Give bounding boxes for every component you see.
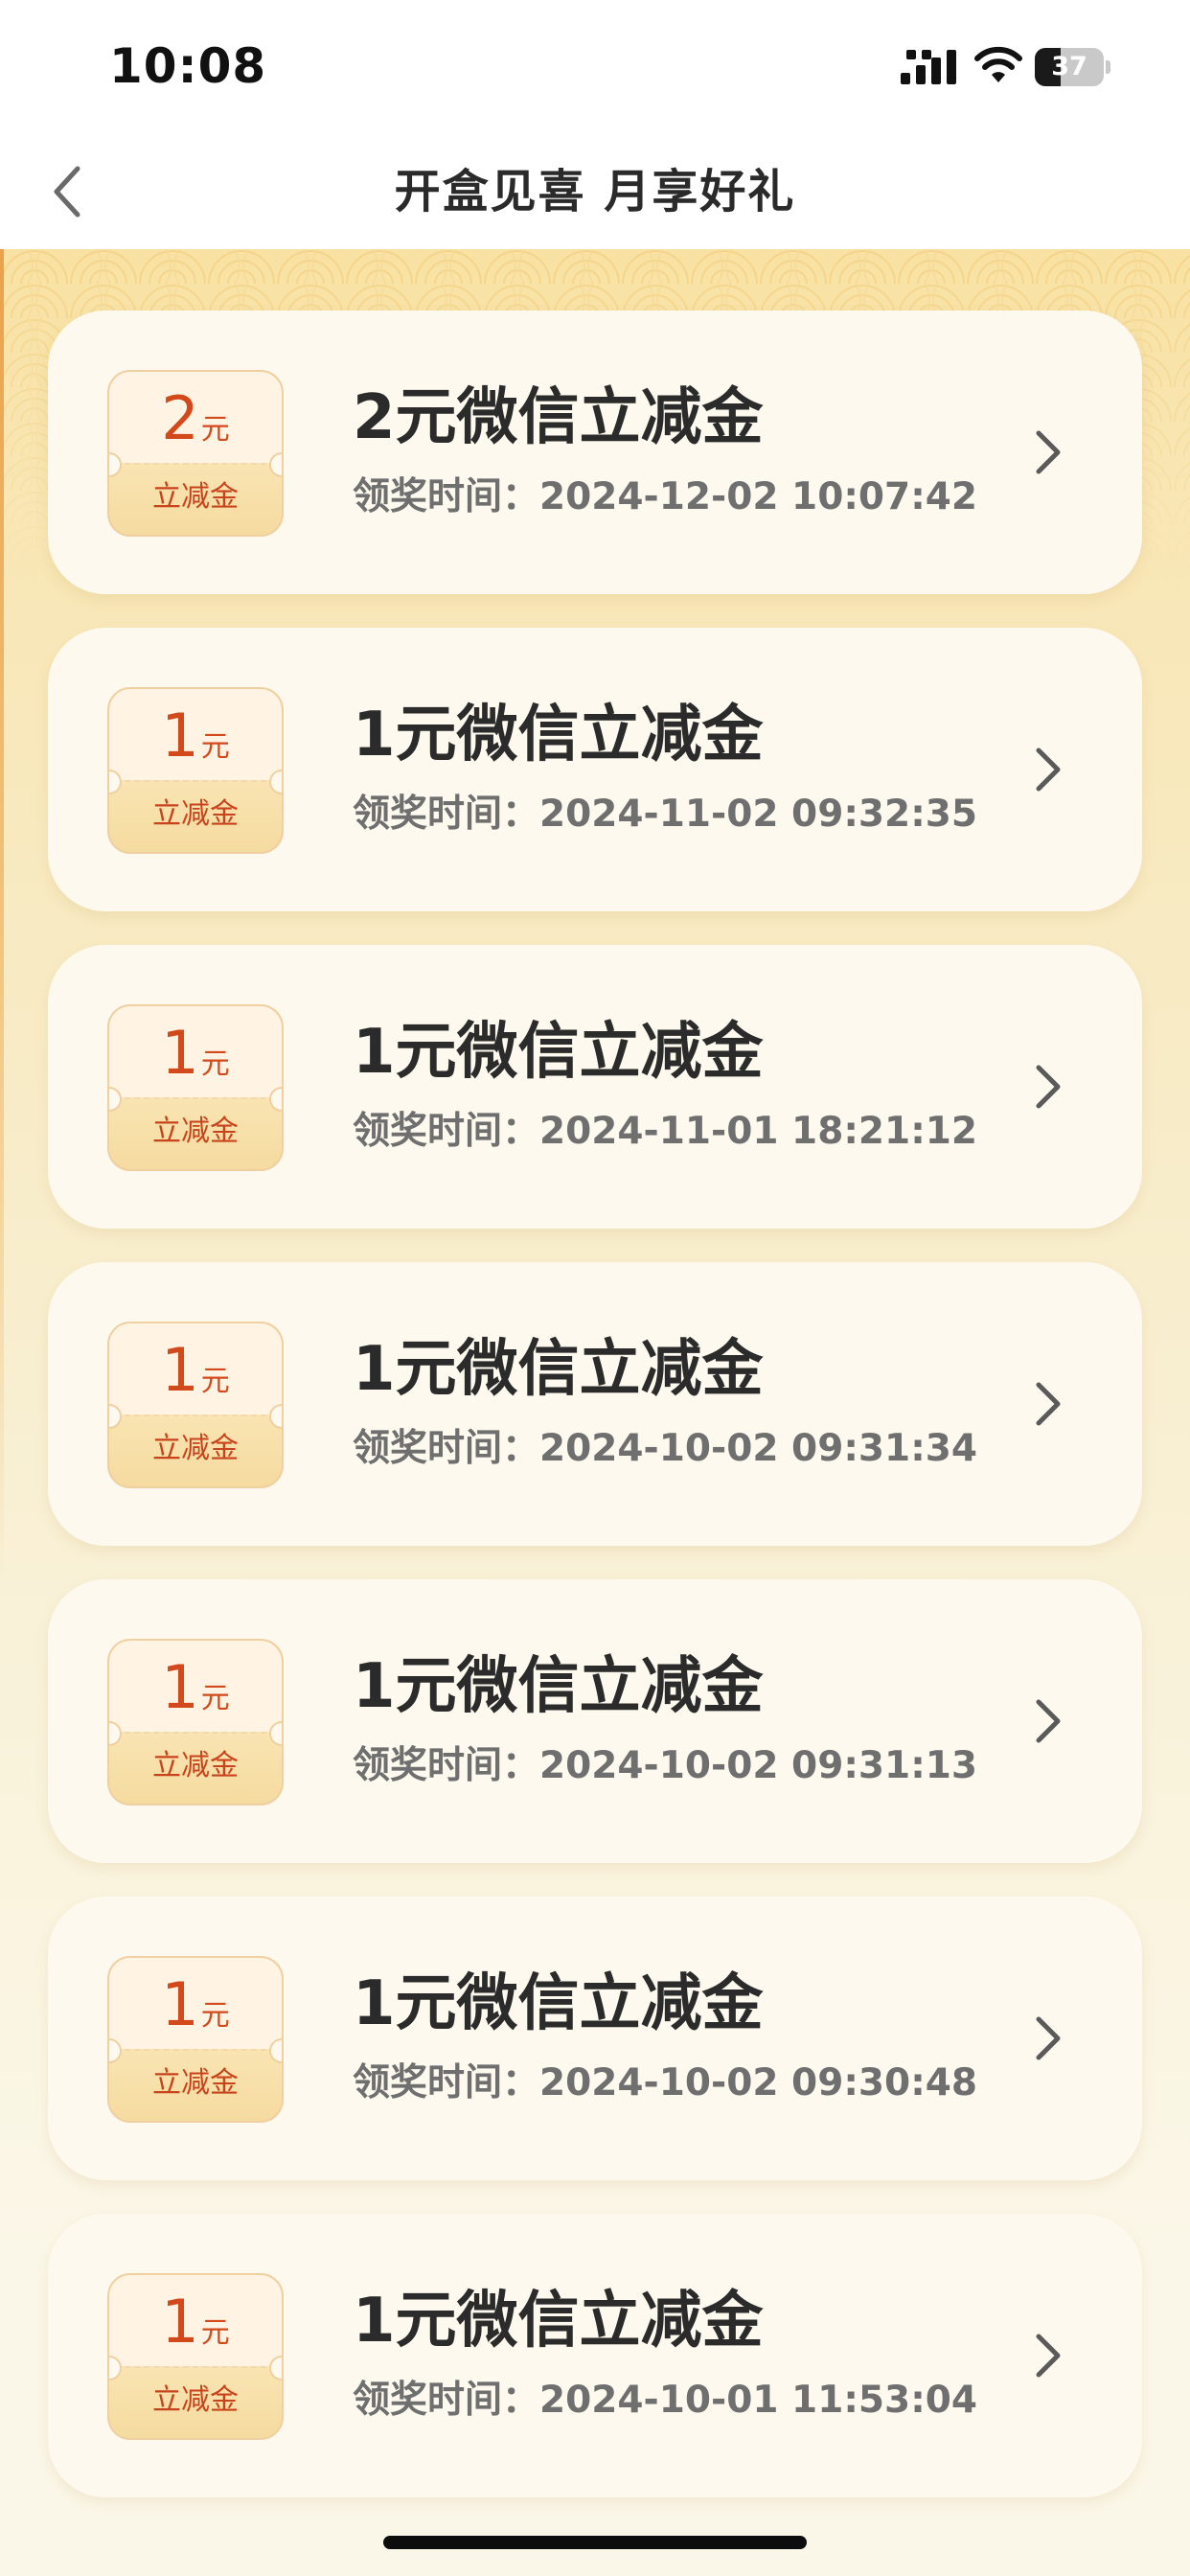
reward-time-value: 2024-10-02 09:31:34 <box>539 1427 978 1470</box>
reward-time: 领奖时间：2024-12-02 10:07:42 <box>353 473 977 521</box>
cellular-signal-icon <box>901 50 956 84</box>
reward-time-value: 2024-11-02 09:32:35 <box>539 793 978 836</box>
reward-card[interactable]: 1元立减金 1元微信立减金领奖时间：2024-10-02 09:31:13 <box>48 1579 1142 1863</box>
coupon-amount: 1元 <box>109 1654 282 1736</box>
reward-title: 1元微信立减金 <box>353 2286 764 2357</box>
coupon-amount-unit: 元 <box>200 1047 230 1081</box>
nav-bar: 开盒见喜 月享好礼 <box>0 134 1190 249</box>
coupon-amount-value: 1 <box>161 1652 199 1722</box>
reward-time: 领奖时间：2024-10-02 09:31:34 <box>353 1425 977 1473</box>
coupon-type-label: 立减金 <box>152 1749 239 1782</box>
coupon-amount: 1元 <box>109 1020 282 1102</box>
home-indicator <box>383 2536 807 2549</box>
coupon-type-label: 立减金 <box>152 2066 239 2100</box>
reward-time-value: 2024-11-01 18:21:12 <box>539 1110 978 1153</box>
reward-title: 1元微信立减金 <box>353 1334 764 1405</box>
reward-time-label: 领奖时间： <box>353 2379 540 2422</box>
reward-time: 领奖时间：2024-11-02 09:32:35 <box>353 791 977 839</box>
coupon-ticket-icon: 1元立减金 <box>107 1004 284 1171</box>
coupon-amount-value: 1 <box>161 2287 199 2357</box>
chevron-right-icon[interactable] <box>1029 424 1067 481</box>
coupon-amount-value: 1 <box>161 1018 199 1088</box>
reward-card[interactable]: 2元立减金 2元微信立减金领奖时间：2024-12-02 10:07:42 <box>48 310 1142 594</box>
reward-title: 1元微信立减金 <box>353 700 764 770</box>
coupon-ticket-icon: 1元立减金 <box>107 2273 284 2440</box>
wifi-icon <box>974 46 1022 82</box>
chevron-right-icon[interactable] <box>1029 1375 1067 1433</box>
coupon-ticket-icon: 1元立减金 <box>107 687 284 854</box>
coupon-amount: 1元 <box>109 2288 282 2371</box>
coupon-type-label: 立减金 <box>152 480 239 514</box>
reward-title: 1元微信立减金 <box>353 1651 764 1722</box>
reward-card[interactable]: 1元立减金 1元微信立减金领奖时间：2024-10-02 09:30:48 <box>48 1897 1142 2180</box>
chevron-left-icon[interactable] <box>51 163 83 220</box>
coupon-type-label: 立减金 <box>152 1432 239 1465</box>
coupon-ticket-icon: 1元立减金 <box>107 1639 284 1806</box>
coupon-amount-unit: 元 <box>200 730 230 764</box>
coupon-amount-unit: 元 <box>200 2316 230 2350</box>
reward-card[interactable]: 1元立减金 1元微信立减金领奖时间：2024-10-01 11:53:04 <box>48 2214 1142 2497</box>
chevron-right-icon[interactable] <box>1029 1058 1067 1116</box>
coupon-amount-unit: 元 <box>200 413 230 447</box>
reward-time: 领奖时间：2024-11-01 18:21:12 <box>353 1108 977 1156</box>
reward-title: 1元微信立减金 <box>353 1968 764 2039</box>
coupon-type-label: 立减金 <box>152 1115 239 1148</box>
reward-card[interactable]: 1元立减金 1元微信立减金领奖时间：2024-11-01 18:21:12 <box>48 945 1142 1229</box>
back-button[interactable] <box>29 153 105 230</box>
coupon-type-label: 立减金 <box>152 797 239 831</box>
reward-card[interactable]: 1元立减金 1元微信立减金领奖时间：2024-11-02 09:32:35 <box>48 628 1142 911</box>
chevron-right-icon[interactable] <box>1029 2327 1067 2384</box>
coupon-amount: 1元 <box>109 702 282 785</box>
reward-card[interactable]: 1元立减金 1元微信立减金领奖时间：2024-10-02 09:31:34 <box>48 1262 1142 1546</box>
coupon-amount-unit: 元 <box>200 1682 230 1715</box>
coupon-amount-unit: 元 <box>200 1999 230 2033</box>
reward-time-label: 领奖时间： <box>353 1427 540 1470</box>
coupon-ticket-icon: 2元立减金 <box>107 370 284 537</box>
reward-time-value: 2024-12-02 10:07:42 <box>539 475 978 518</box>
reward-time-label: 领奖时间： <box>353 1744 540 1787</box>
reward-list-area: 2元 立减金 2元微信立减金 领奖时间：2024-12-02 10:07:42 1元 立减… <box>0 249 1190 2576</box>
coupon-amount-value: 2 <box>161 383 199 453</box>
coupon-amount-value: 1 <box>161 1969 199 2039</box>
reward-time-label: 领奖时间： <box>353 475 540 518</box>
chevron-right-icon[interactable] <box>1029 1692 1067 1750</box>
coupon-amount-unit: 元 <box>200 1365 230 1398</box>
battery-indicator: 37 <box>1035 48 1110 86</box>
coupon-ticket-icon: 1元立减金 <box>107 1322 284 1488</box>
reward-time: 领奖时间：2024-10-02 09:31:13 <box>353 1742 977 1790</box>
reward-time-value: 2024-10-01 11:53:04 <box>539 2379 978 2422</box>
coupon-amount-value: 1 <box>161 701 199 770</box>
coupon-amount: 1元 <box>109 1971 282 2054</box>
page-title: 开盒见喜 月享好礼 <box>394 165 796 218</box>
reward-title: 2元微信立减金 <box>353 382 764 453</box>
status-bar: 10:08 37 <box>0 0 1190 134</box>
reward-time-label: 领奖时间： <box>353 2061 540 2104</box>
coupon-amount: 2元 <box>109 385 282 468</box>
reward-time-value: 2024-10-02 09:30:48 <box>539 2061 978 2104</box>
reward-time-label: 领奖时间： <box>353 793 540 836</box>
coupon-amount-value: 1 <box>161 1335 199 1405</box>
reward-title: 1元微信立减金 <box>353 1017 764 1088</box>
reward-time: 领奖时间：2024-10-01 11:53:04 <box>353 2377 977 2425</box>
coupon-amount: 1元 <box>109 1337 282 1419</box>
status-time: 10:08 <box>109 38 267 94</box>
chevron-right-icon[interactable] <box>1029 2010 1067 2067</box>
battery-percent: 37 <box>1051 52 1087 81</box>
coupon-type-label: 立减金 <box>152 2383 239 2417</box>
reward-time: 领奖时间：2024-10-02 09:30:48 <box>353 2059 977 2107</box>
reward-time-label: 领奖时间： <box>353 1110 540 1153</box>
coupon-ticket-icon: 1元立减金 <box>107 1956 284 2123</box>
edge-decoration <box>0 249 4 1591</box>
reward-time-value: 2024-10-02 09:31:13 <box>539 1744 978 1787</box>
chevron-right-icon[interactable] <box>1029 741 1067 798</box>
